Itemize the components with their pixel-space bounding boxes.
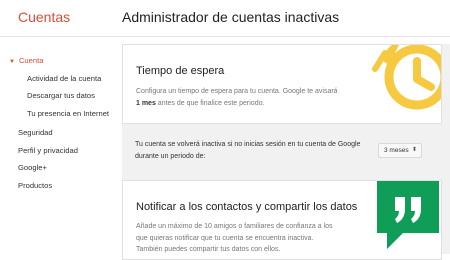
sidebar-item-label: Cuenta — [18, 56, 44, 65]
header-divider — [0, 36, 450, 37]
sidebar-item-presencia[interactable]: Tu presencia en Internet — [0, 105, 118, 123]
timeout-card-title: Tiempo de espera — [136, 65, 225, 77]
caret-down-icon: ▼ — [9, 59, 15, 65]
sidebar-item-productos[interactable]: Productos — [0, 177, 118, 195]
sidebar: ▼ Cuenta Actividad de la cuenta Descargar… — [0, 52, 118, 194]
sidebar-item-descargar[interactable]: Descargar tus datos — [0, 87, 118, 105]
timeout-text-start: Configura un tiempo de espera para tu cu… — [136, 88, 338, 95]
sidebar-item-seguridad[interactable]: Seguridad — [0, 124, 118, 142]
timeout-card: Tiempo de espera Configura un tiempo de … — [122, 44, 442, 124]
sidebar-item-perfil[interactable]: Perfil y privacidad — [0, 142, 118, 160]
sidebar-item-actividad[interactable]: Actividad de la cuenta — [0, 70, 118, 88]
notify-card: Notificar a los contactos y compartir lo… — [122, 180, 442, 260]
notify-card-text: Añade un máximo de 10 amigos o familiare… — [136, 223, 333, 253]
timeout-text-bold: 1 mes — [136, 99, 156, 107]
sidebar-item-googleplus[interactable]: Google+ — [0, 159, 118, 177]
brand-title[interactable]: Cuentas — [18, 9, 70, 25]
notify-card-title: Notificar a los contactos y compartir lo… — [136, 201, 358, 213]
up-down-chevron-icon: ⬍ — [411, 147, 417, 153]
inactivity-period-row: Tu cuenta se volverá inactiva si no inic… — [122, 128, 442, 176]
timeout-card-text: Configura un tiempo de espera para tu cu… — [136, 86, 341, 109]
timeout-text-end: antes de que finalice este periodo. — [155, 99, 265, 107]
inactivity-period-select[interactable]: 3 meses ⬍ — [378, 143, 422, 158]
sidebar-item-cuenta[interactable]: ▼ Cuenta — [0, 52, 118, 70]
inactivity-period-text: Tu cuenta se volverá inactiva si no inic… — [135, 141, 361, 160]
quote-chat-icon — [377, 181, 439, 249]
select-value: 3 meses — [384, 147, 409, 154]
alarm-clock-icon — [372, 45, 441, 110]
page-title: Administrador de cuentas inactivas — [122, 9, 340, 25]
